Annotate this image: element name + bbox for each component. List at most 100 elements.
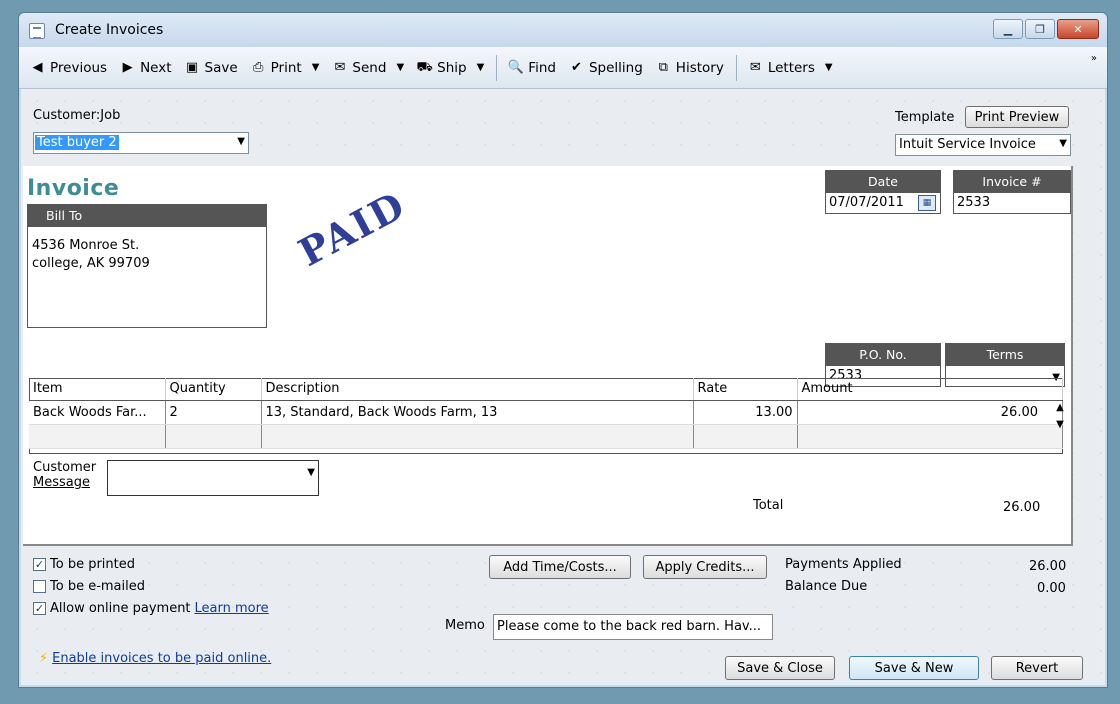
previous-button[interactable]: ◀ Previous (29, 60, 108, 76)
find-button[interactable]: 🔍 Find (507, 60, 556, 76)
send-button[interactable]: ✉ Send ▼ (331, 60, 404, 76)
print-preview-button[interactable]: Print Preview (965, 106, 1069, 128)
history-icon: ⧉ (658, 60, 668, 75)
letters-dropdown-icon[interactable]: ▼ (825, 62, 833, 73)
rate-cell[interactable]: 13.00 (693, 400, 798, 425)
line-items-scrollbar[interactable]: ▲ ▼ (1053, 402, 1067, 450)
send-icon: ✉ (334, 60, 346, 75)
date-header: Date (826, 171, 940, 193)
spelling-button[interactable]: ✔ Spelling (568, 60, 643, 76)
chevron-down-icon[interactable]: ▼ (1059, 138, 1067, 149)
column-header-amount[interactable]: Amount (797, 378, 1063, 401)
date-field[interactable]: Date 07/07/2011 ▦ (825, 170, 941, 214)
apply-credits-button[interactable]: Apply Credits... (643, 555, 767, 579)
quantity-cell[interactable]: 2 (165, 400, 262, 425)
date-value: 07/07/2011 (829, 195, 904, 210)
send-dropdown-icon[interactable]: ▼ (396, 62, 404, 73)
save-and-close-button[interactable]: Save & Close (725, 656, 835, 680)
create-invoices-window: Create Invoices ▁ ❐ ✕ ◀ Previous ▶ Next ▣ S… (18, 12, 1108, 688)
revert-button[interactable]: Revert (991, 656, 1083, 680)
amount-cell[interactable]: 26.00 (797, 400, 1063, 425)
customer-message-select[interactable]: ▼ (107, 460, 319, 496)
ship-dropdown-icon[interactable]: ▼ (477, 62, 485, 73)
column-header-item[interactable]: Item (29, 378, 166, 401)
previous-icon: ◀ (32, 60, 43, 75)
title-bar[interactable]: Create Invoices ▁ ❐ ✕ (19, 13, 1107, 47)
learn-more-link[interactable]: Learn more (195, 601, 269, 616)
to-be-printed-checkbox[interactable]: ✓ To be printed (33, 557, 135, 572)
template-select[interactable]: Intuit Service Invoice ▼ (895, 134, 1071, 156)
calendar-icon[interactable]: ▦ (918, 195, 936, 211)
print-button[interactable]: ⎙ Print ▼ (250, 60, 320, 76)
memo-label: Memo (445, 618, 485, 633)
chevron-down-icon[interactable]: ▼ (307, 467, 315, 478)
item-cell[interactable]: Back Woods Far... (29, 400, 166, 425)
table-row[interactable]: Back Woods Far... 2 13, Standard, Back W… (29, 400, 1063, 425)
invoice-window-icon (29, 23, 45, 39)
bill-to-line1: 4536 Monroe St. (32, 238, 140, 253)
close-button[interactable]: ✕ (1057, 19, 1099, 39)
checkbox-checked-icon[interactable]: ✓ (33, 558, 46, 571)
to-be-emailed-checkbox[interactable]: To be e-mailed (33, 579, 145, 594)
column-header-description[interactable]: Description (261, 378, 694, 401)
invoice-heading: Invoice (27, 176, 120, 201)
quantity-cell[interactable] (165, 424, 262, 449)
customer-job-select[interactable]: Test buyer 2 ▼ (33, 132, 249, 154)
add-time-costs-button[interactable]: Add Time/Costs... (489, 555, 631, 579)
letters-button[interactable]: ✉ Letters ▼ (747, 60, 833, 76)
description-cell[interactable]: 13, Standard, Back Woods Farm, 13 (261, 400, 694, 425)
minimize-button[interactable]: ▁ (993, 19, 1023, 39)
description-cell[interactable] (261, 424, 694, 449)
payments-applied-value: 26.00 (1029, 559, 1067, 574)
invoice-document: Invoice Bill To 4536 Monroe St. college,… (23, 166, 1073, 546)
column-header-rate[interactable]: Rate (693, 378, 798, 401)
customer-job-label: Customer:Job (33, 108, 121, 123)
window-title: Create Invoices (55, 22, 164, 38)
customer-message-label: Customer Message (33, 460, 97, 490)
template-label: Template (895, 110, 955, 125)
balance-due-value: 0.00 (1037, 581, 1066, 596)
bill-to-line2: college, AK 99709 (32, 256, 150, 271)
toolbar-separator (496, 54, 498, 81)
table-row[interactable] (29, 424, 1063, 449)
lightning-icon: ⚡ (39, 651, 49, 666)
allow-online-payment-checkbox[interactable]: ✓ Allow online payment Learn more (33, 601, 269, 616)
next-icon: ▶ (122, 60, 133, 75)
restore-button[interactable]: ❐ (1025, 19, 1055, 39)
bill-to-box[interactable]: Bill To 4536 Monroe St. college, AK 9970… (27, 204, 267, 328)
print-dropdown-icon[interactable]: ▼ (312, 62, 320, 73)
print-icon: ⎙ (252, 60, 264, 75)
toolbar: ◀ Previous ▶ Next ▣ Save ⎙ Print ▼ ✉ Send ▼ ⛟ Sh… (19, 47, 1107, 89)
toolbar-overflow-icon[interactable]: » (1091, 53, 1097, 64)
find-icon: 🔍 (507, 60, 524, 75)
terms-header: Terms (946, 344, 1064, 366)
customer-job-value: Test buyer 2 (35, 135, 119, 150)
bill-to-header: Bill To (28, 205, 266, 227)
history-button[interactable]: ⧉ History (655, 60, 724, 76)
letters-icon: ✉ (749, 60, 761, 75)
invoice-number-field[interactable]: Invoice # 2533 (953, 170, 1071, 214)
total-label: Total (753, 498, 784, 513)
rate-cell[interactable] (693, 424, 798, 449)
item-cell[interactable] (29, 424, 166, 449)
column-header-quantity[interactable]: Quantity (165, 378, 262, 401)
spelling-icon: ✔ (571, 60, 582, 75)
save-and-new-button[interactable]: Save & New (849, 656, 979, 680)
chevron-down-icon[interactable]: ▼ (237, 136, 245, 147)
line-items-grid: Item Quantity Description Rate Amount Ba… (29, 378, 1063, 449)
ship-button[interactable]: ⛟ Ship ▼ (416, 60, 484, 76)
invoice-number-value: 2533 (957, 195, 991, 210)
invoice-form: Customer:Job Test buyer 2 ▼ Template Pri… (23, 90, 1103, 680)
enable-online-payment-link[interactable]: ⚡ Enable invoices to be paid online. (39, 651, 271, 666)
scroll-up-icon[interactable]: ▲ (1053, 402, 1067, 413)
paid-stamp: PAID (291, 181, 413, 276)
memo-field[interactable]: Please come to the back red barn. Hav... (493, 614, 773, 640)
checkbox-unchecked-icon[interactable] (33, 580, 46, 593)
amount-cell[interactable] (797, 424, 1063, 449)
save-button[interactable]: ▣ Save (184, 60, 238, 76)
scroll-down-icon[interactable]: ▼ (1053, 419, 1067, 430)
balance-due-label: Balance Due (785, 579, 868, 594)
checkbox-checked-icon[interactable]: ✓ (33, 602, 46, 615)
next-button[interactable]: ▶ Next (119, 60, 172, 76)
invoice-number-header: Invoice # (954, 171, 1070, 193)
